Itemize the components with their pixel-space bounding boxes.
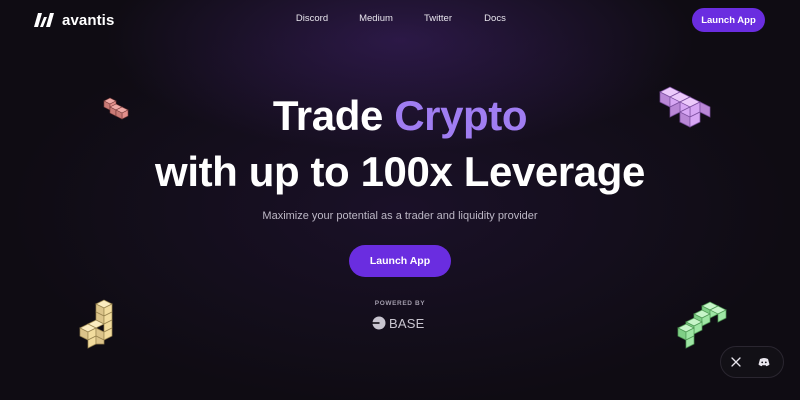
base-brand-link[interactable]: BASE <box>372 314 424 332</box>
nav-link-twitter[interactable]: Twitter <box>424 13 452 24</box>
nav-link-discord[interactable]: Discord <box>296 13 328 24</box>
launch-app-button-hero[interactable]: Launch App <box>349 245 451 277</box>
main-nav: Discord Medium Twitter Docs <box>0 13 800 27</box>
social-links <box>720 346 784 378</box>
x-twitter-icon[interactable] <box>729 355 743 369</box>
hero-subtitle: Maximize your potential as a trader and … <box>262 210 538 222</box>
nav-link-docs[interactable]: Docs <box>484 13 506 24</box>
discord-icon[interactable] <box>757 355 771 369</box>
launch-app-button-header[interactable]: Launch App <box>692 8 765 32</box>
hero-title-plain: Trade <box>272 92 383 139</box>
base-wordmark: BASE <box>389 315 425 331</box>
background-glow <box>0 0 800 400</box>
powered-by-label: POWERED BY <box>374 300 426 307</box>
hero-title: Trade Crypto with up to 100x Leverage <box>0 88 800 200</box>
hero-title-line2: with up to 100x Leverage <box>155 148 645 195</box>
base-logo-icon <box>372 316 386 330</box>
top-navigation-bar: avantis Discord Medium Twitter Docs Laun… <box>0 0 800 40</box>
hero-title-accent: Crypto <box>394 92 528 139</box>
nav-link-medium[interactable]: Medium <box>359 13 393 24</box>
